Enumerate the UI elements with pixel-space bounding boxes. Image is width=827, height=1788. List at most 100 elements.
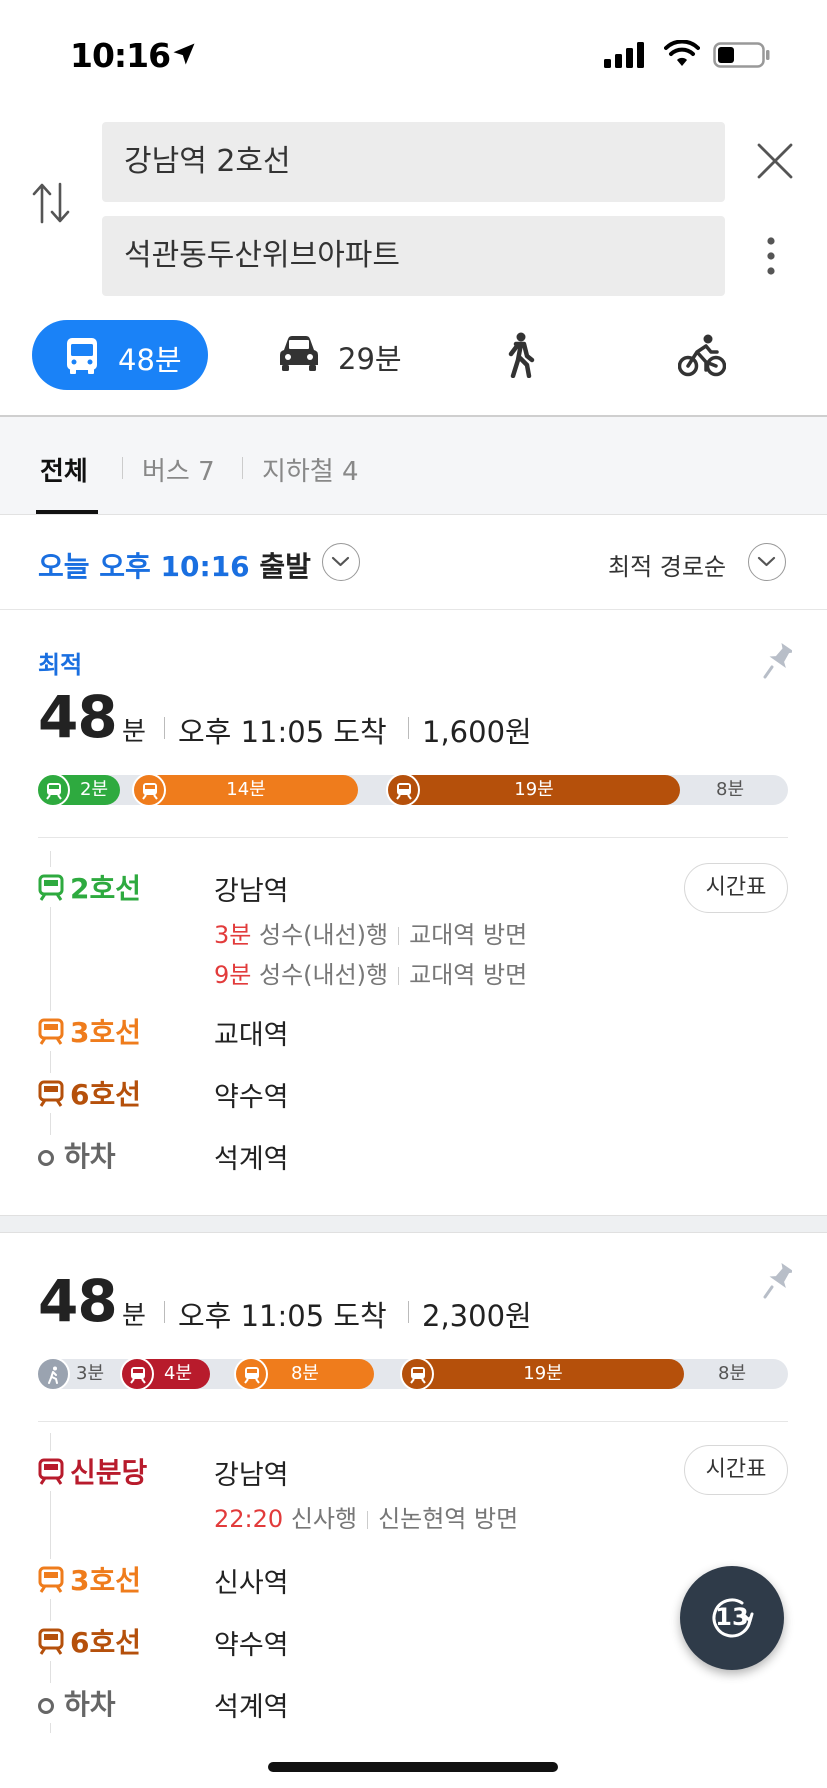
- timetable-button[interactable]: 시간표: [684, 863, 788, 913]
- separator: [408, 1301, 409, 1323]
- origin-input[interactable]: 강남역 2호선: [102, 122, 725, 202]
- station-name: 약수역: [214, 1630, 289, 1661]
- eta-direction: 성수(내선)행: [259, 961, 389, 989]
- location-arrow-icon: [173, 43, 195, 65]
- walk-icon: [36, 1357, 70, 1391]
- station-name: 강남역: [214, 876, 289, 907]
- swap-direction-icon[interactable]: [30, 180, 72, 226]
- step-shinbundang: 신분당: [38, 1451, 148, 1491]
- divider: [38, 1421, 788, 1422]
- more-vertical-icon[interactable]: [766, 236, 776, 276]
- car-time[interactable]: 29분: [338, 336, 402, 378]
- arrival-info: 9분 성수(내선)행 교대역 방면: [214, 955, 527, 990]
- close-icon[interactable]: [756, 142, 794, 180]
- route-timeline-bar: 2분 14분 19분 8분: [36, 773, 788, 807]
- line-name: 2호선: [70, 872, 142, 905]
- separator: [164, 1301, 165, 1323]
- separator: [164, 717, 165, 739]
- minutes-unit: 분: [122, 1301, 146, 1331]
- remaining-walk-duration: 8분: [716, 779, 745, 800]
- refresh-countdown-button[interactable]: 13: [680, 1566, 784, 1670]
- subway-icon: [132, 773, 166, 807]
- chevron-down-icon: [331, 556, 350, 567]
- subway-icon: [38, 1018, 64, 1045]
- sort-chevron-button[interactable]: [748, 543, 786, 581]
- battery-icon: [713, 42, 770, 68]
- line-name: 하차: [64, 1688, 116, 1721]
- arrival-time: 오후 11:05 도착: [178, 715, 387, 749]
- subway-icon: [234, 1357, 268, 1391]
- sort-order-button[interactable]: 최적 경로순: [608, 547, 726, 582]
- timetable-button[interactable]: 시간표: [684, 1445, 788, 1495]
- step-line6: 6호선: [38, 1621, 142, 1661]
- bicycle-icon[interactable]: [678, 334, 726, 378]
- eta-toward: 신논현역 방면: [378, 1505, 519, 1533]
- segment-duration: 8분: [290, 1363, 319, 1384]
- status-time: 10:16: [70, 36, 171, 75]
- cellular-signal-icon: [604, 42, 644, 68]
- separator: [408, 717, 409, 739]
- route-card[interactable]: 48 분 오후 11:05 도착 2,300원 3분 4분 8분 19분 8분 …: [0, 1233, 827, 1753]
- eta-minutes: 3분: [214, 921, 252, 949]
- total-minutes: 48: [38, 1267, 118, 1335]
- subway-icon: [120, 1357, 154, 1391]
- subway-icon: [400, 1357, 434, 1391]
- step-line3: 3호선: [38, 1559, 142, 1599]
- wifi-icon: [664, 40, 700, 66]
- departure-chevron-button[interactable]: [322, 543, 360, 581]
- segment-duration: 19분: [514, 779, 554, 800]
- fare: 2,300원: [422, 1299, 532, 1333]
- tab-subway[interactable]: 지하철 4: [262, 451, 359, 488]
- tab-active-indicator: [36, 510, 98, 514]
- alight-dot-icon: [38, 1150, 54, 1166]
- segment-duration: 19분: [523, 1363, 563, 1384]
- walk-icon[interactable]: [505, 332, 535, 378]
- alight-dot-icon: [38, 1698, 54, 1714]
- route-timeline-bar: 3분 4분 8분 19분 8분: [36, 1357, 788, 1391]
- arrival-time: 오후 11:05 도착: [178, 1299, 387, 1333]
- step-alight: 하차: [38, 1683, 116, 1723]
- line-name: 6호선: [70, 1626, 142, 1659]
- segment-line3: 14분: [134, 775, 358, 805]
- card-separator: [0, 1215, 827, 1233]
- arrival-info: 22:20 신사행 신논현역 방면: [214, 1499, 518, 1534]
- line-name: 3호선: [70, 1564, 142, 1597]
- station-name: 석계역: [214, 1692, 289, 1723]
- transport-mode-bar: 48분 29분: [0, 320, 827, 400]
- route-card[interactable]: 최적 48 분 오후 11:05 도착 1,600원 2분 14분 19분 8분…: [0, 611, 827, 1215]
- status-bar: 10:16: [0, 0, 827, 100]
- arrival-info: 3분 성수(내선)행 교대역 방면: [214, 915, 527, 950]
- subway-icon: [38, 1566, 64, 1593]
- line-name: 신분당: [70, 1456, 148, 1489]
- car-icon[interactable]: [278, 334, 320, 372]
- destination-input[interactable]: 석관동두산위브아파트: [102, 216, 725, 296]
- transit-time: 48분: [118, 343, 182, 377]
- tab-all[interactable]: 전체: [40, 451, 88, 488]
- walk-duration: 3분: [76, 1363, 105, 1384]
- segment-line6: 19분: [402, 1359, 684, 1389]
- station-name: 강남역: [214, 1460, 289, 1491]
- pin-icon[interactable]: [762, 1261, 792, 1301]
- remaining-walk-duration: 8분: [718, 1363, 747, 1384]
- departure-time-button[interactable]: 오늘 오후 10:16 출발: [38, 545, 311, 585]
- segment-duration: 2분: [80, 779, 109, 800]
- bus-icon: [67, 338, 97, 374]
- station-name: 약수역: [214, 1082, 289, 1113]
- step-line2: 2호선: [38, 867, 142, 907]
- chevron-down-icon: [757, 556, 776, 567]
- eta-minutes: 9분: [214, 961, 252, 989]
- tab-bus[interactable]: 버스 7: [142, 451, 215, 488]
- mode-transit-button[interactable]: 48분: [32, 320, 208, 390]
- subway-icon: [386, 773, 420, 807]
- subway-icon: [38, 1628, 64, 1655]
- departure-time-row: 오늘 오후 10:16 출발 최적 경로순: [0, 515, 827, 610]
- line-name: 6호선: [70, 1078, 142, 1111]
- divider: [38, 837, 788, 838]
- segment-duration: 4분: [164, 1363, 193, 1384]
- station-name: 교대역: [214, 1020, 289, 1051]
- refresh-countdown: 13: [715, 1603, 749, 1631]
- pin-icon[interactable]: [762, 641, 792, 681]
- line-name: 3호선: [70, 1016, 142, 1049]
- departure-time: 오늘 오후 10:16: [38, 550, 250, 583]
- best-route-badge: 최적: [38, 651, 83, 679]
